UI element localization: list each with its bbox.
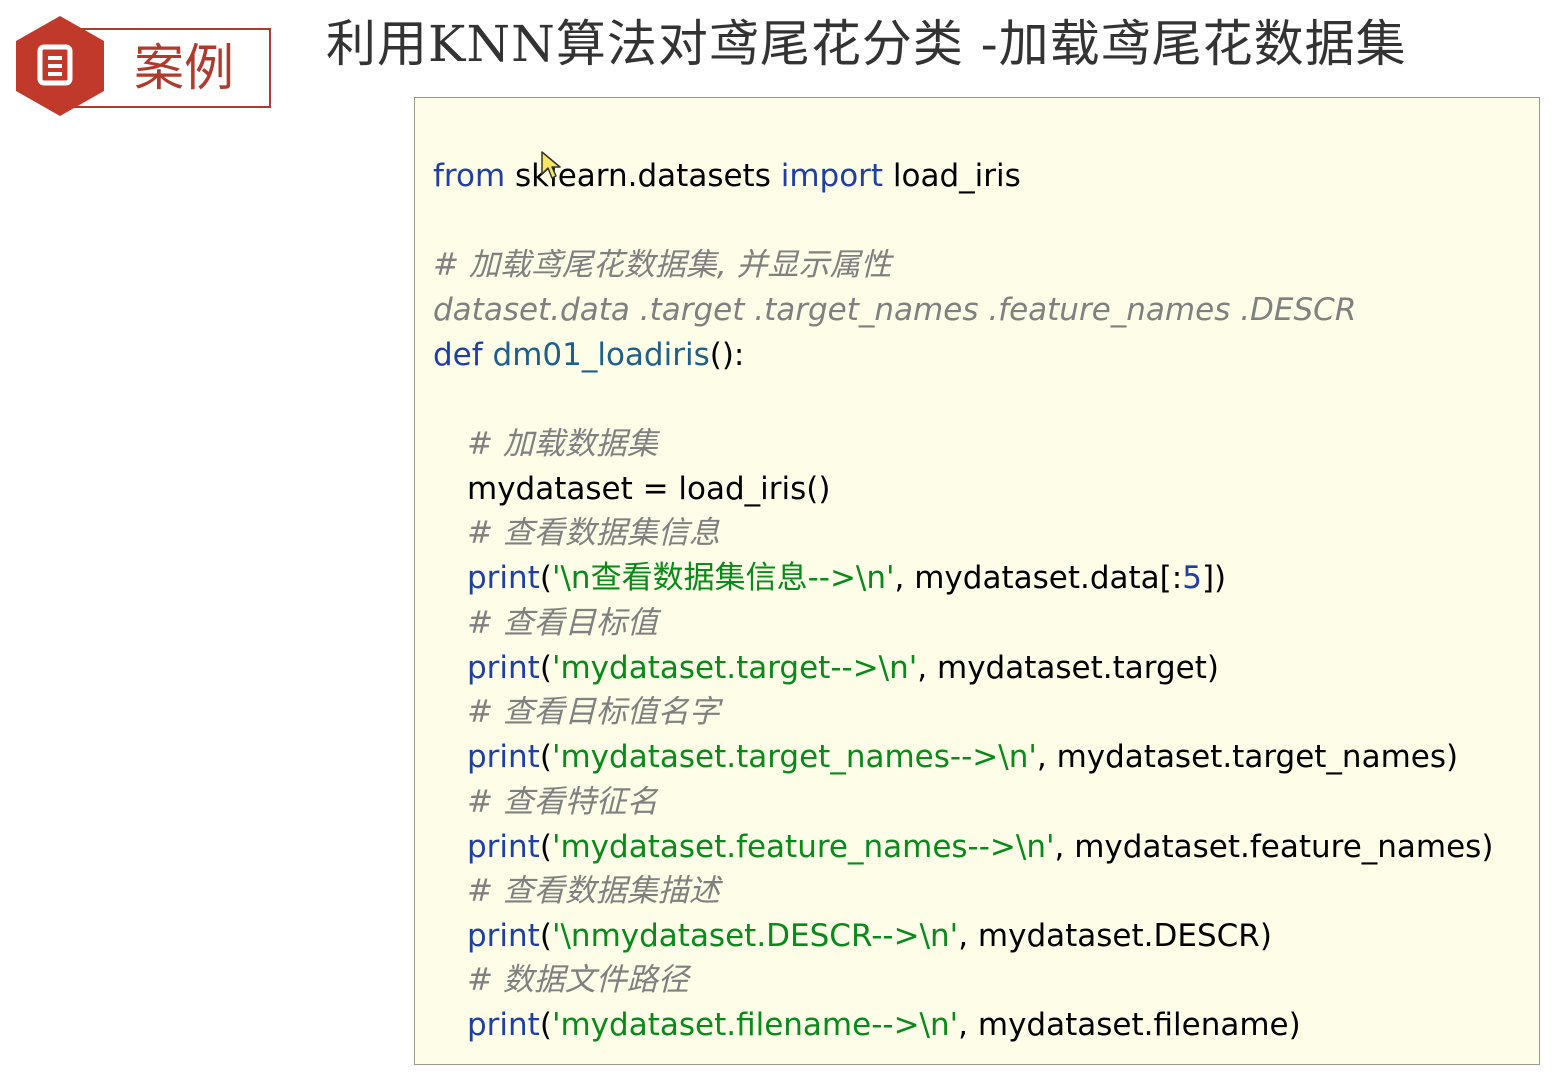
print-call: print [467,1007,540,1043]
code-line-import: from sklearn.datasets import load_iris [433,154,1021,198]
code-comment-dataset-info: # 查看数据集信息 [467,515,720,551]
string-literal: '\nmydataset.DESCR-->\n' [551,918,959,954]
paren-open: ( [539,1007,552,1043]
mouse-cursor-icon [541,151,561,179]
keyword-import: import [780,158,884,194]
code-comment-load-dataset: # 加载数据集 [467,426,658,462]
code-comment-target-names: # 查看目标值名字 [467,694,720,730]
code-comment-feature-names: # 查看特征名 [467,784,658,820]
number-literal: 5 [1182,560,1202,596]
paren-open: ( [539,918,552,954]
string-literal: '\n查看数据集信息-->\n' [551,560,895,596]
code-line-print-feature-names: print('mydataset.feature_names-->\n', my… [467,825,1493,869]
paren-open: ( [539,829,552,865]
code-block: from sklearn.datasets import load_iris #… [414,97,1540,1065]
keyword-def: def [433,337,483,373]
code-line-print-data: print('\n查看数据集信息-->\n', mydataset.data[:… [467,556,1226,600]
keyword-from: from [433,158,506,194]
code-comment-target: # 查看目标值 [467,605,658,641]
print-call: print [467,560,540,596]
string-literal: 'mydataset.filename-->\n' [551,1007,959,1043]
code-line-print-target: print('mydataset.target-->\n', mydataset… [467,646,1219,690]
code-line-print-target-names: print('mydataset.target_names-->\n', myd… [467,735,1458,779]
code-comment-descr: # 查看数据集描述 [467,873,720,909]
code-comment-load-iris: # 加载鸢尾花数据集, 并显示属性 [433,247,892,283]
print-args: , mydataset.target) [917,650,1219,686]
print-call: print [467,829,540,865]
code-comment-filename: # 数据文件路径 [467,962,689,998]
paren-open: ( [539,650,552,686]
print-call: print [467,739,540,775]
code-line-print-filename: print('mydataset.filename-->\n', mydatas… [467,1003,1301,1047]
code-line-def: def dm01_loadiris(): [433,333,744,377]
case-badge-label: 案例 [134,39,234,97]
print-args: , mydataset.feature_names) [1054,829,1494,865]
print-args: , mydataset.DESCR) [958,918,1272,954]
function-name: dm01_loadiris [482,337,710,373]
code-line-assignment: mydataset = load_iris() [467,471,831,507]
page-title: 利用KNN算法对鸢尾花分类 -加载鸢尾花数据集 [326,15,1407,73]
imported-function: load_iris [883,158,1021,194]
paren-open: ( [539,739,552,775]
print-args: , mydataset.filename) [958,1007,1301,1043]
print-call: print [467,650,540,686]
print-args: , mydataset.data[: [894,560,1183,596]
print-call: print [467,918,540,954]
print-args-end: ]) [1201,560,1227,596]
code-line-print-descr: print('\nmydataset.DESCR-->\n', mydatase… [467,914,1272,958]
document-icon [37,44,73,86]
string-literal: 'mydataset.target_names-->\n' [551,739,1037,775]
function-parens: (): [709,337,745,373]
paren-open: ( [539,560,552,596]
code-comment-attributes: dataset.data .target .target_names .feat… [433,292,1357,328]
string-literal: 'mydataset.target-->\n' [551,650,918,686]
print-args: , mydataset.target_names) [1036,739,1459,775]
string-literal: 'mydataset.feature_names-->\n' [551,829,1055,865]
